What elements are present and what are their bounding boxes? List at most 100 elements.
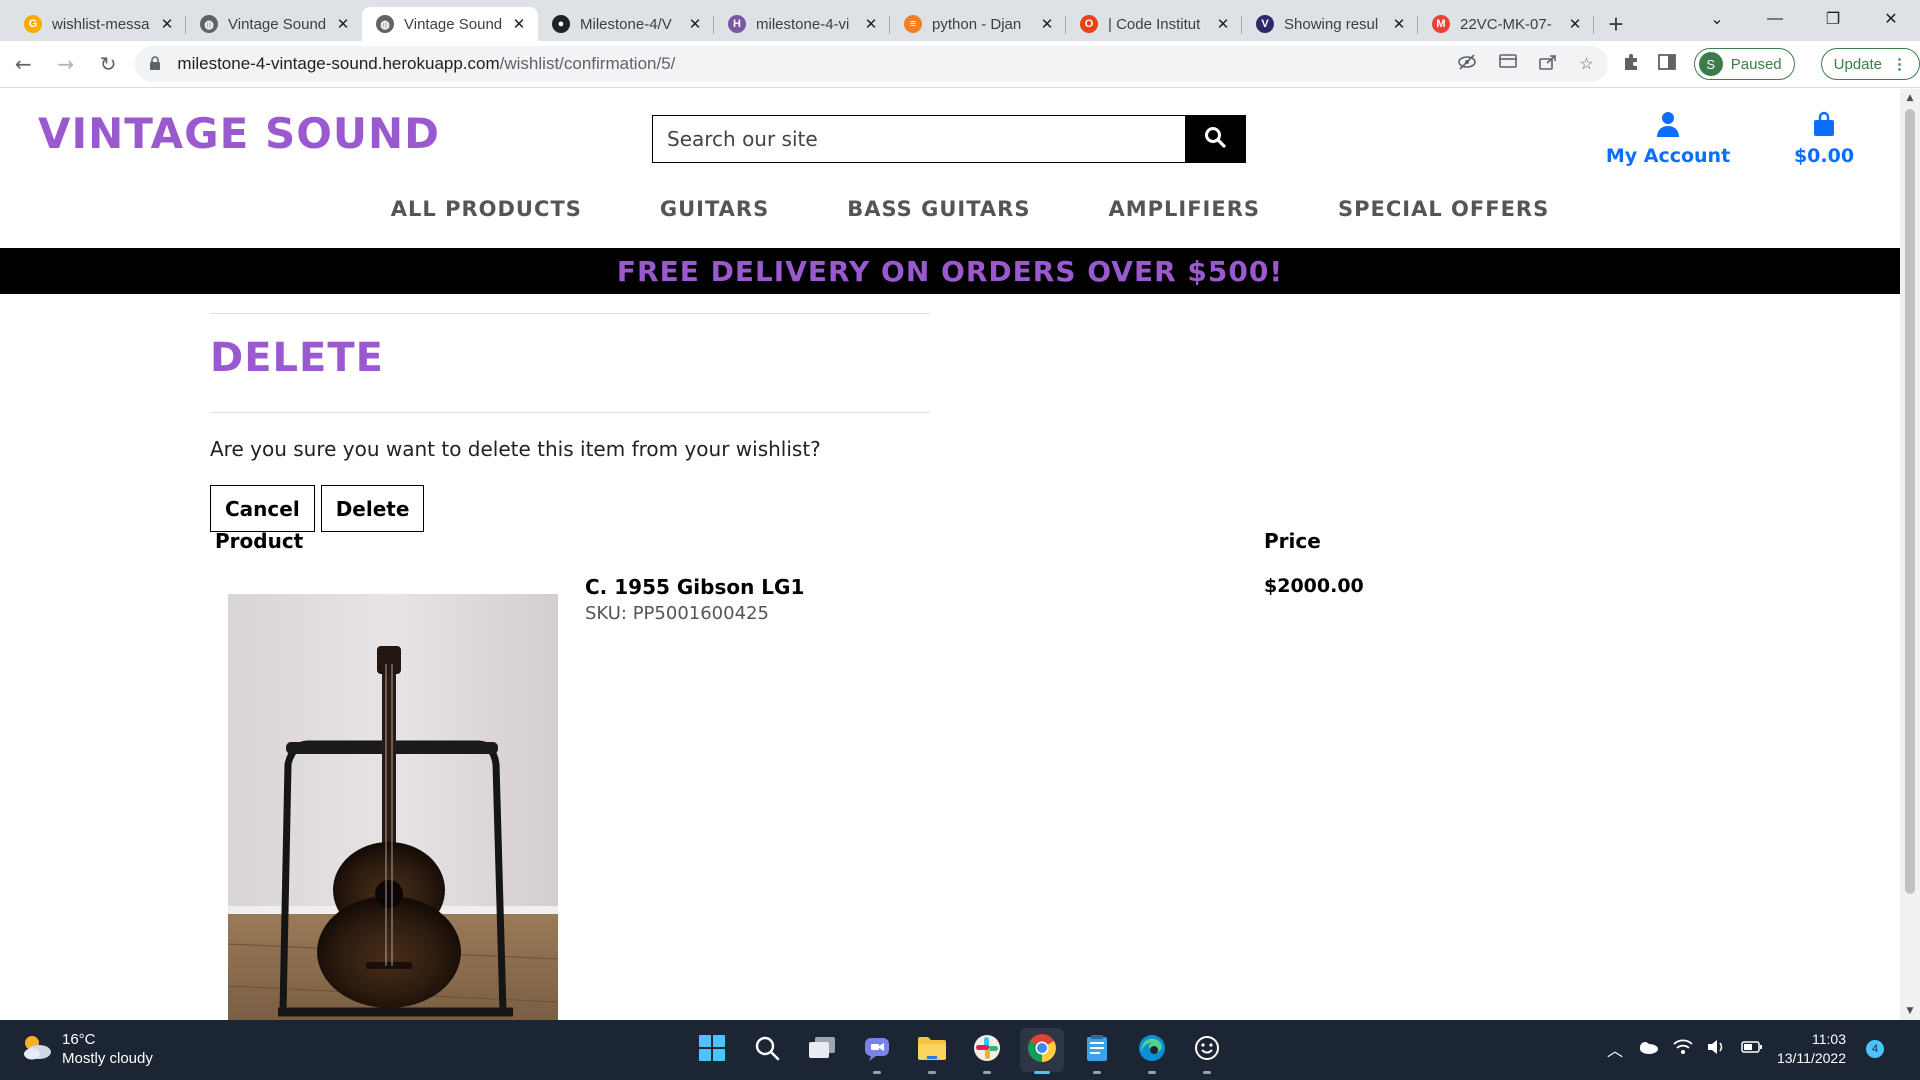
product-sku: SKU: PP5001600425 [585,603,769,624]
gmail-icon: M [1432,15,1450,33]
task-view-button[interactable] [800,1028,844,1072]
menu-dots-icon: ⋮ [1892,56,1908,73]
address-bar[interactable]: milestone-4-vintage-sound.herokuapp.com /… [135,46,1608,82]
clock-time: 11:03 [1812,1031,1846,1047]
chevron-up-icon[interactable]: ︿ [1607,1037,1623,1061]
tracking-blocked-icon[interactable] [1457,53,1477,75]
product-price: $2000.00 [1264,575,1364,597]
search-button[interactable] [1185,116,1245,162]
browser-tab[interactable]: Gwishlist-messa ✕ [10,7,186,41]
page-title: DELETE [210,335,384,381]
taskbar-apps [690,1028,1229,1074]
browser-tab[interactable]: ● Milestone-4/V ✕ [538,7,714,41]
browser-tab[interactable]: ◍ Vintage Sound ✕ [362,7,538,41]
new-tab-button[interactable]: + [1600,8,1632,40]
tab-search-icon[interactable]: ⌄ [1688,9,1746,29]
close-tab-icon[interactable]: ✕ [862,15,880,33]
basket-link[interactable]: $0.00 [1784,111,1864,167]
my-account-link[interactable]: My Account [1596,111,1740,167]
card-icon[interactable] [1499,53,1518,75]
smiley-icon [1194,1035,1220,1066]
battery-icon[interactable] [1741,1040,1763,1058]
github-icon: ● [552,15,570,33]
share-icon[interactable] [1539,54,1557,75]
close-tab-icon[interactable]: ✕ [1566,15,1584,33]
browser-tab-title: python - Djan [932,15,1022,33]
close-tab-icon[interactable]: ✕ [158,15,176,33]
restore-button[interactable]: ❐ [1804,9,1862,29]
search-icon [754,1035,780,1066]
taskbar-search-button[interactable] [745,1028,789,1072]
start-button[interactable] [690,1028,734,1072]
product-name[interactable]: C. 1955 Gibson LG1 [585,575,804,599]
browser-tab-strip: Gwishlist-messa ✕ ◍ Vintage Sound ✕ ◍ Vintage … [0,0,1920,41]
browser-tab[interactable]: ≡ python - Djan ✕ [890,7,1066,41]
slack-button[interactable] [965,1028,1009,1074]
delivery-banner-text: FREE DELIVERY ON ORDERS OVER $500! [616,254,1284,288]
nav-all-products[interactable]: ALL PRODUCTS [391,197,582,221]
close-tab-icon[interactable]: ✕ [1214,15,1232,33]
back-button[interactable]: ← [4,46,42,82]
close-tab-icon[interactable]: ✕ [1038,15,1056,33]
file-explorer-button[interactable] [910,1028,954,1074]
browser-tab[interactable]: V Showing resul ✕ [1242,7,1418,41]
url-host: milestone-4-vintage-sound.herokuapp.com [177,54,500,73]
close-tab-icon[interactable]: ✕ [334,15,352,33]
onedrive-cloud-icon[interactable] [1637,1040,1659,1059]
product-image[interactable] [228,594,558,1020]
chrome-button[interactable] [1020,1028,1064,1074]
url-path: /wishlist/confirmation/5/ [499,54,676,73]
scrollbar-thumb[interactable] [1905,109,1915,894]
slack-icon [973,1034,1001,1067]
scroll-down-arrow-icon[interactable]: ▼ [1900,1006,1920,1016]
profile-button[interactable]: S Paused [1693,48,1795,80]
extensions-puzzle-icon[interactable] [1622,53,1640,76]
browser-tab[interactable]: O | Code Institut ✕ [1066,7,1242,41]
nav-guitars[interactable]: GUITARS [660,197,769,221]
delete-button[interactable]: Delete [320,485,425,532]
nav-bass-guitars[interactable]: BASS GUITARS [847,197,1030,221]
g-logo-icon: G [24,15,42,33]
weather-widget[interactable]: 16°C Mostly cloudy [20,1030,153,1068]
running-indicator [983,1071,991,1074]
edge-icon [1138,1034,1166,1067]
browser-tab-title: Vintage Sound [228,15,327,33]
browser-tab-title: Milestone-4/V [580,15,672,33]
notification-badge[interactable]: 4 [1866,1040,1884,1058]
column-header-product: Product [215,529,304,553]
nav-amplifiers[interactable]: AMPLIFIERS [1108,197,1260,221]
globe-icon: ◍ [200,15,218,33]
close-tab-icon[interactable]: ✕ [686,15,704,33]
scroll-up-arrow-icon[interactable]: ▲ [1900,93,1920,103]
running-indicator [1203,1071,1211,1074]
bookmark-star-icon[interactable]: ☆ [1579,54,1593,75]
cancel-button[interactable]: Cancel [210,485,315,532]
site-logo[interactable]: VINTAGE SOUND [38,109,440,158]
tab-separator [1593,16,1594,34]
wifi-icon[interactable] [1673,1039,1693,1060]
update-button[interactable]: Update ⋮ [1820,48,1920,80]
page-scrollbar[interactable]: ▲ ▼ [1900,89,1920,1020]
clock[interactable]: 11:03 13/11/2022 [1777,1030,1846,1068]
close-window-button[interactable]: ✕ [1862,9,1920,29]
minimize-button[interactable]: — [1746,10,1804,28]
edge-button[interactable] [1130,1028,1174,1074]
close-tab-icon[interactable]: ✕ [1390,15,1408,33]
volume-icon[interactable] [1707,1039,1727,1060]
reload-button[interactable]: ↻ [89,46,127,82]
teams-chat-button[interactable] [855,1028,899,1074]
notepad-button[interactable] [1075,1028,1119,1074]
search-input[interactable] [653,116,1185,162]
windows-start-icon [698,1034,726,1067]
page-viewport: VINTAGE SOUND My Account $0.00 ALL PRODU… [0,89,1900,1020]
close-tab-icon[interactable]: ✕ [510,15,528,33]
browser-tab[interactable]: ◍ Vintage Sound ✕ [186,7,362,41]
browser-tab[interactable]: M 22VC-MK-07- ✕ [1418,7,1594,41]
profile-avatar: S [1698,52,1723,76]
nav-special-offers[interactable]: SPECIAL OFFERS [1338,197,1549,221]
emoji-app-button[interactable] [1185,1028,1229,1074]
side-panel-icon[interactable] [1657,53,1676,75]
browser-tab-title: wishlist-messa [52,15,150,33]
forward-button[interactable]: → [46,46,84,82]
browser-tab[interactable]: Hmilestone-4-vi ✕ [714,7,890,41]
